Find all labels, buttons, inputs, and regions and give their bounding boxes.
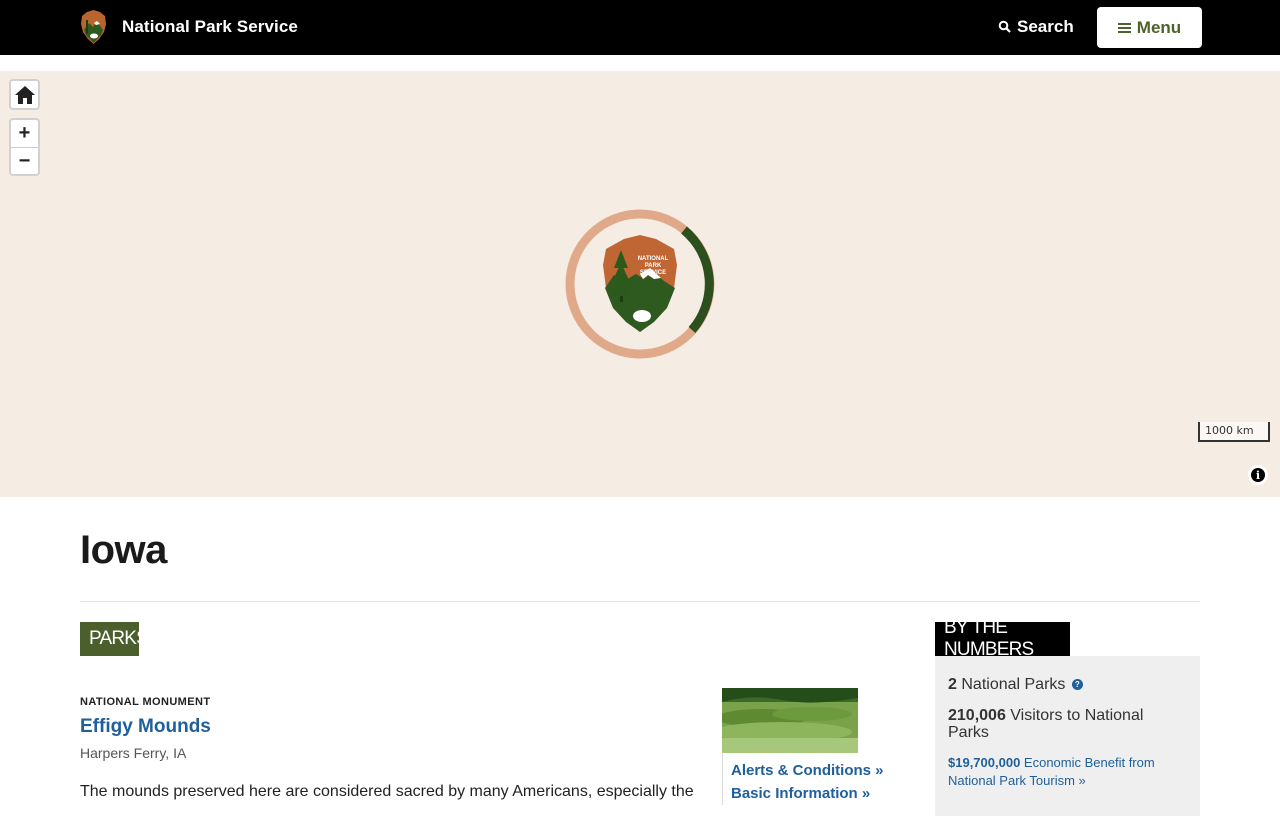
site-name: National Park Service [122,17,298,36]
map-info-icon[interactable]: i [1249,466,1267,484]
park-location: Harpers Ferry, IA [80,745,187,761]
parks-count-text: National Parks [961,676,1066,693]
hamburger-icon [1117,21,1131,35]
search-button[interactable]: Search [998,17,1074,37]
parks-count-row: 2 National Parks ? [948,676,1187,693]
map-zoom-control: + − [9,118,40,176]
zoom-out-button[interactable]: − [11,147,38,174]
menu-button[interactable]: Menu [1097,7,1202,48]
economic-benefit-link[interactable]: $19,700,000 Economic Benefit from Nation… [948,754,1187,790]
svg-text:NATIONAL: NATIONAL [638,256,669,262]
state-map[interactable]: + − NATIONAL PARK SERVICE 1000 km i [0,71,1280,497]
menu-label: Menu [1136,17,1182,37]
park-description: The mounds preserved here are considered… [80,783,694,800]
search-icon [998,20,1011,33]
by-the-numbers-box: 2 National Parks ? 210,006 Visitors to N… [935,656,1200,816]
parks-section-label: PARKS [80,622,149,656]
loading-spinner: NATIONAL PARK SERVICE [565,209,715,359]
by-the-numbers-label: BY THE NUMBERS [935,617,1070,660]
map-home-control[interactable] [9,79,40,110]
home-icon[interactable] [11,81,38,108]
help-icon[interactable]: ? [1071,679,1083,691]
park-name-link[interactable]: Effigy Mounds [80,716,211,738]
visitors-row: 210,006 Visitors to National Parks [948,707,1187,741]
park-photo[interactable] [722,688,858,753]
basic-information-link[interactable]: Basic Information » [731,782,884,805]
site-home-link[interactable]: National Park Service [80,10,298,44]
nps-arrowhead-logo [81,10,106,44]
divider [80,601,1200,602]
visitors-count: 210,006 [948,707,1006,724]
page-title: Iowa [80,528,167,572]
park-type: NATIONAL MONUMENT [80,696,211,708]
svg-text:SERVICE: SERVICE [640,270,666,276]
map-scale: 1000 km [1198,422,1270,442]
parks-count: 2 [948,676,957,693]
zoom-in-button[interactable]: + [11,120,38,147]
search-label: Search [1017,17,1074,36]
site-header: National Park Service Search Menu [0,0,1280,55]
benefit-amount: $19,700,000 [948,755,1021,770]
alerts-conditions-link[interactable]: Alerts & Conditions » [731,759,884,782]
park-quick-links: Alerts & Conditions » Basic Information … [722,753,884,805]
nps-arrowhead-icon: NATIONAL PARK SERVICE [603,235,677,332]
svg-text:PARK: PARK [645,263,662,269]
